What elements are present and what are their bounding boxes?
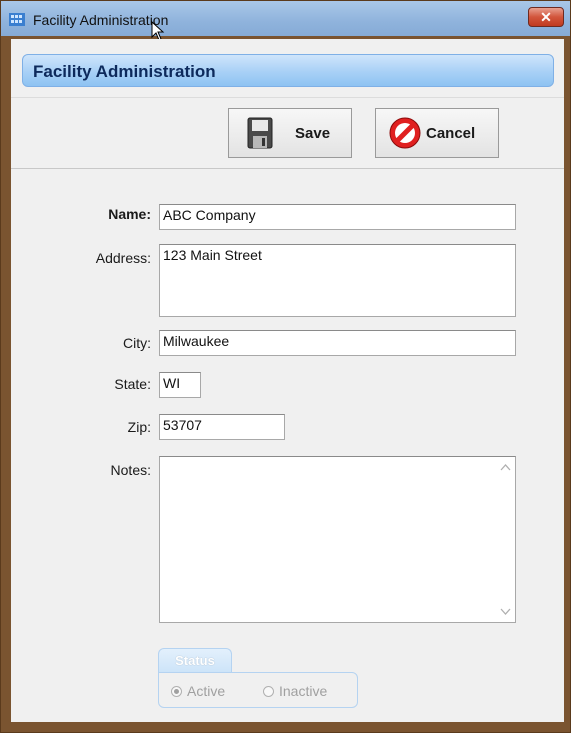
- save-button[interactable]: Save: [228, 108, 352, 158]
- toolbar: Save Cancel: [11, 97, 564, 169]
- inactive-radio[interactable]: Inactive: [263, 683, 327, 699]
- notes-scrollbar[interactable]: [497, 458, 514, 621]
- city-label: City:: [123, 335, 151, 351]
- close-button[interactable]: ✕: [528, 7, 564, 27]
- state-label: State:: [114, 376, 151, 392]
- scroll-up-icon[interactable]: [497, 461, 514, 475]
- page-title: Facility Administration: [33, 62, 216, 81]
- zip-label: Zip:: [127, 419, 151, 435]
- notes-textarea[interactable]: [159, 456, 516, 623]
- inactive-radio-label: Inactive: [279, 683, 328, 699]
- radio-selected-icon: [171, 685, 182, 697]
- title-bar[interactable]: Facility Administration ✕: [1, 1, 570, 41]
- no-entry-icon: [389, 117, 421, 149]
- app-window: Facility Administration ✕ Facility Admin…: [0, 0, 571, 733]
- floppy-disk-icon: [247, 117, 273, 149]
- address-input[interactable]: 123 Main Street: [159, 244, 516, 317]
- active-radio[interactable]: Active: [171, 683, 225, 699]
- active-radio-label: Active: [187, 683, 226, 699]
- state-input[interactable]: WI: [159, 372, 201, 398]
- city-input[interactable]: Milwaukee: [159, 330, 516, 356]
- address-label: Address:: [95, 250, 151, 266]
- name-input[interactable]: ABC Company: [159, 204, 516, 230]
- save-label: Save: [295, 124, 331, 142]
- status-group: Active Inactive: [158, 672, 358, 708]
- app-grid-icon: [9, 13, 25, 26]
- section-header: Facility Administration: [22, 54, 554, 87]
- radio-unselected-icon: [263, 685, 274, 697]
- window-title: Facility Administration: [33, 12, 169, 28]
- mouse-cursor-icon: [151, 21, 165, 41]
- notes-label: Notes:: [110, 462, 151, 478]
- close-icon: ✕: [540, 9, 552, 25]
- cancel-button[interactable]: Cancel: [375, 108, 499, 158]
- name-label: Name:: [108, 206, 151, 222]
- zip-input[interactable]: 53707: [159, 414, 285, 440]
- cancel-label: Cancel: [426, 124, 476, 142]
- scroll-down-icon[interactable]: [497, 604, 514, 618]
